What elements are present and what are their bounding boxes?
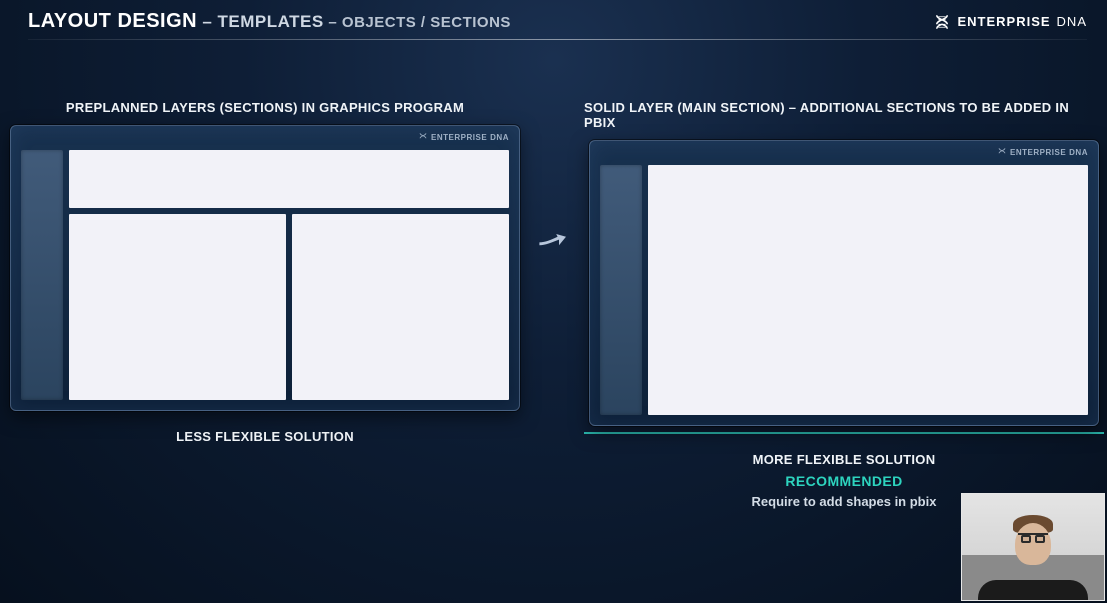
slide-header: LAYOUT DESIGN – TEMPLATES – OBJECTS / SE… [0, 0, 1107, 39]
mock-brand1: ENTERPRISE [1010, 148, 1066, 157]
presenter-webcam [961, 493, 1105, 601]
title-sep: – [197, 12, 217, 31]
dna-icon [997, 147, 1007, 157]
mock-brand: ENTERPRISE DNA [418, 132, 509, 142]
arrow-right-icon [538, 230, 566, 252]
presenter-glasses [1018, 533, 1048, 541]
mock-sidebar [600, 165, 642, 415]
lens [1021, 535, 1031, 543]
mock-bottomrow [69, 214, 509, 400]
title-sub2: OBJECTS / SECTIONS [342, 14, 511, 31]
mock-toprow [69, 150, 509, 208]
webcam-bg [962, 494, 1104, 555]
brand-logo: ENTERPRISE DNA [933, 13, 1087, 31]
right-note: Require to add shapes in pbix [752, 494, 937, 509]
presenter-body [978, 580, 1088, 601]
teal-underline [584, 432, 1104, 434]
left-column: PREPLANNED LAYERS (SECTIONS) IN GRAPHICS… [10, 100, 520, 444]
mock-brand: ENTERPRISE DNA [997, 147, 1088, 157]
brand-word2: DNA [1057, 14, 1087, 29]
title-sub1: TEMPLATES [218, 12, 324, 31]
dna-icon [418, 132, 428, 142]
mock-cell-left [69, 214, 286, 400]
mock-cell-right [292, 214, 509, 400]
mock-panels [69, 150, 509, 400]
left-caption: LESS FLEXIBLE SOLUTION [176, 429, 354, 444]
brand-word1: ENTERPRISE [957, 14, 1050, 29]
mock-brand1: ENTERPRISE [431, 133, 487, 142]
right-title: SOLID LAYER (MAIN SECTION) – ADDITIONAL … [584, 100, 1104, 130]
mock-brand2: DNA [490, 133, 509, 142]
arrow-column [538, 100, 566, 252]
mock-sidebar [21, 150, 63, 400]
mock-brand2: DNA [1069, 148, 1088, 157]
slide-title: LAYOUT DESIGN – TEMPLATES – OBJECTS / SE… [28, 10, 511, 33]
right-column: SOLID LAYER (MAIN SECTION) – ADDITIONAL … [584, 100, 1104, 509]
left-mock-window: ENTERPRISE DNA [10, 125, 520, 411]
content-row: PREPLANNED LAYERS (SECTIONS) IN GRAPHICS… [0, 40, 1107, 509]
presenter-head [1015, 523, 1051, 565]
lens [1035, 535, 1045, 543]
right-caption: MORE FLEXIBLE SOLUTION [753, 452, 936, 467]
recommended-label: RECOMMENDED [785, 473, 902, 489]
dna-icon [933, 13, 951, 31]
left-title: PREPLANNED LAYERS (SECTIONS) IN GRAPHICS… [66, 100, 464, 115]
title-main: LAYOUT DESIGN [28, 10, 197, 32]
title-sep2: – [324, 14, 342, 31]
mock-main-panel [648, 165, 1088, 415]
right-mock-window: ENTERPRISE DNA [589, 140, 1099, 426]
